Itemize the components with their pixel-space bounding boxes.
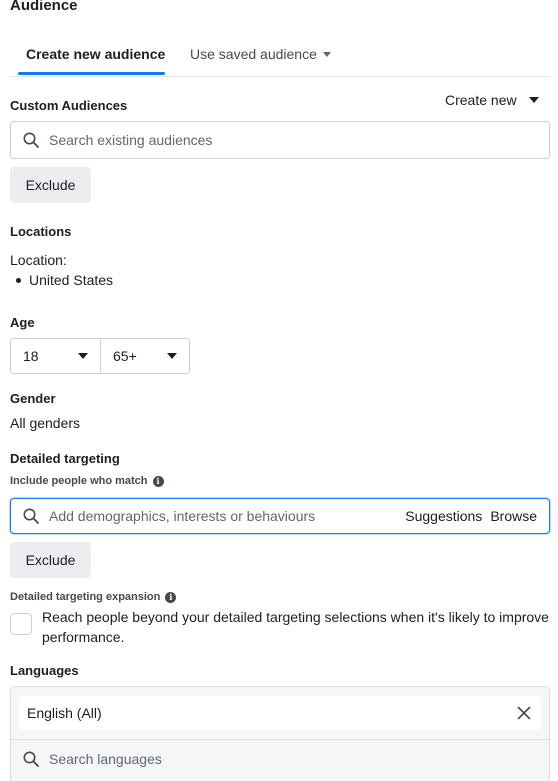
custom-audiences-exclude-button[interactable]: Exclude	[10, 167, 91, 203]
tab-use-saved-label: Use saved audience	[190, 46, 317, 62]
languages-search-placeholder: Search languages	[49, 751, 162, 767]
chevron-down-icon	[167, 353, 177, 359]
expansion-label: Detailed targeting expansion	[10, 591, 161, 603]
age-max-value: 65+	[113, 348, 137, 364]
chevron-down-icon	[528, 97, 539, 103]
chevron-down-icon	[322, 51, 331, 57]
include-people-label: Include people who match	[10, 475, 148, 487]
active-tab-indicator	[18, 72, 165, 75]
expansion-row: Detailed targeting expansion i	[10, 591, 177, 603]
age-min-select[interactable]: 18	[11, 339, 101, 373]
tabs-divider	[10, 76, 550, 77]
detailed-targeting-search-input[interactable]: Add demographics, interests or behaviour…	[10, 498, 550, 534]
bullet-icon	[16, 277, 21, 283]
custom-audiences-search-placeholder: Search existing audiences	[49, 132, 213, 148]
location-prefix: Location:	[10, 252, 67, 268]
selected-language-label: English (All)	[27, 705, 102, 721]
include-people-row: Include people who match i	[10, 475, 164, 487]
section-title: Audience	[10, 0, 78, 14]
gender-label: Gender	[10, 391, 56, 406]
selected-language-chip: English (All)	[19, 696, 541, 730]
info-icon[interactable]: i	[165, 591, 177, 603]
languages-label: Languages	[10, 663, 79, 678]
chevron-down-icon	[78, 353, 88, 359]
locations-label: Locations	[10, 224, 72, 239]
tab-use-saved-audience[interactable]: Use saved audience	[190, 46, 331, 62]
languages-search-input[interactable]: Search languages	[11, 740, 549, 778]
custom-audiences-search-input[interactable]: Search existing audiences	[10, 121, 550, 159]
create-new-dropdown[interactable]: Create new	[445, 92, 539, 108]
suggestions-link[interactable]: Suggestions	[405, 508, 482, 524]
detailed-targeting-placeholder: Add demographics, interests or behaviour…	[49, 508, 316, 524]
expansion-description: Reach people beyond your detailed target…	[42, 609, 549, 645]
languages-panel: English (All) Search languages	[10, 686, 550, 781]
create-new-label: Create new	[445, 92, 517, 108]
location-item-label: United States	[29, 272, 114, 288]
search-icon	[23, 751, 39, 767]
search-icon	[23, 132, 39, 148]
detailed-targeting-label: Detailed targeting	[10, 451, 120, 466]
age-label: Age	[10, 315, 35, 330]
location-item: United States	[10, 272, 113, 288]
info-icon[interactable]: i	[152, 475, 164, 487]
age-max-select[interactable]: 65+	[101, 339, 189, 373]
browse-link[interactable]: Browse	[490, 508, 537, 524]
age-range-selector: 18 65+	[10, 338, 190, 374]
search-icon	[23, 508, 39, 524]
tab-create-new-audience[interactable]: Create new audience	[26, 46, 165, 62]
age-min-value: 18	[23, 348, 39, 364]
close-icon[interactable]	[517, 706, 531, 720]
detailed-targeting-exclude-button[interactable]: Exclude	[10, 542, 91, 578]
gender-value: All genders	[10, 415, 81, 431]
expansion-checkbox[interactable]	[10, 613, 32, 635]
custom-audiences-label: Custom Audiences	[10, 98, 128, 113]
